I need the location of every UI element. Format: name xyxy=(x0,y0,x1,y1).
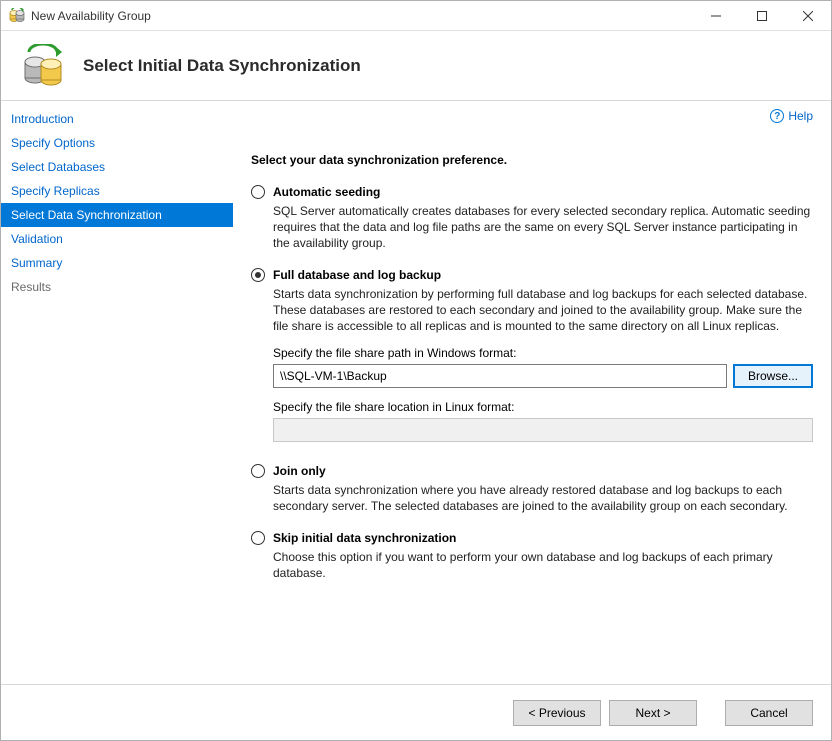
step-validation[interactable]: Validation xyxy=(1,227,233,251)
cancel-button[interactable]: Cancel xyxy=(725,700,813,726)
option-skip: Skip initial data synchronization Choose… xyxy=(251,531,813,581)
option-desc-auto: SQL Server automatically creates databas… xyxy=(273,203,813,252)
linux-path-input xyxy=(273,418,813,442)
maximize-button[interactable] xyxy=(739,1,785,31)
step-summary[interactable]: Summary xyxy=(1,251,233,275)
option-label-join: Join only xyxy=(273,464,326,478)
wizard-footer: < Previous Next > Cancel xyxy=(1,684,831,740)
radio-join-only[interactable] xyxy=(251,464,265,478)
help-icon: ? xyxy=(770,109,784,123)
previous-button[interactable]: < Previous xyxy=(513,700,601,726)
wizard-body: Introduction Specify Options Select Data… xyxy=(1,101,831,684)
windows-path-input[interactable] xyxy=(273,364,727,388)
title-bar: New Availability Group xyxy=(1,1,831,31)
radio-full-backup[interactable] xyxy=(251,268,265,282)
step-specify-replicas[interactable]: Specify Replicas xyxy=(1,179,233,203)
wizard-content: ? Help Select your data synchronization … xyxy=(233,101,831,684)
linux-path-label: Specify the file share location in Linux… xyxy=(273,400,813,414)
help-link[interactable]: ? Help xyxy=(770,109,813,123)
option-join-only: Join only Starts data synchronization wh… xyxy=(251,464,813,514)
option-desc-skip: Choose this option if you want to perfor… xyxy=(273,549,813,581)
radio-skip[interactable] xyxy=(251,531,265,545)
section-heading: Select your data synchronization prefere… xyxy=(251,153,813,167)
option-label-skip: Skip initial data synchronization xyxy=(273,531,456,545)
help-label: Help xyxy=(788,109,813,123)
option-label-auto: Automatic seeding xyxy=(273,185,380,199)
step-specify-options[interactable]: Specify Options xyxy=(1,131,233,155)
close-button[interactable] xyxy=(785,1,831,31)
wizard-icon xyxy=(21,44,65,88)
step-introduction[interactable]: Introduction xyxy=(1,107,233,131)
step-results: Results xyxy=(1,275,233,299)
option-automatic-seeding: Automatic seeding SQL Server automatical… xyxy=(251,185,813,252)
option-desc-join: Starts data synchronization where you ha… xyxy=(273,482,813,514)
app-icon xyxy=(9,8,25,24)
window-title: New Availability Group xyxy=(31,9,693,23)
wizard-header: Select Initial Data Synchronization xyxy=(1,31,831,101)
radio-automatic-seeding[interactable] xyxy=(251,185,265,199)
step-select-databases[interactable]: Select Databases xyxy=(1,155,233,179)
windows-path-label: Specify the file share path in Windows f… xyxy=(273,346,813,360)
browse-button[interactable]: Browse... xyxy=(733,364,813,388)
option-desc-full: Starts data synchronization by performin… xyxy=(273,286,813,335)
minimize-button[interactable] xyxy=(693,1,739,31)
option-label-full: Full database and log backup xyxy=(273,268,441,282)
option-full-backup: Full database and log backup Starts data… xyxy=(251,268,813,443)
next-button[interactable]: Next > xyxy=(609,700,697,726)
wizard-steps-sidebar: Introduction Specify Options Select Data… xyxy=(1,101,233,684)
page-title: Select Initial Data Synchronization xyxy=(83,56,361,76)
step-select-data-sync[interactable]: Select Data Synchronization xyxy=(1,203,233,227)
